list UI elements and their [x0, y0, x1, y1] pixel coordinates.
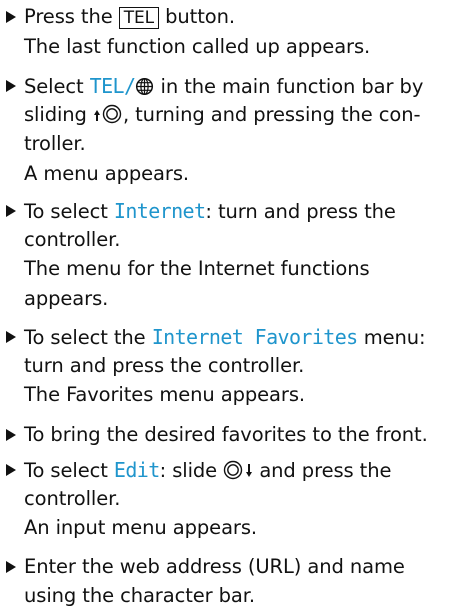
tel-menu-item: TEL/: [89, 74, 136, 98]
step-line: To bring the desired favorites to the fr…: [24, 423, 428, 446]
step-line: To select the Internet Favorites menu:: [24, 325, 426, 349]
controller-slide-down-icon: [224, 460, 253, 480]
step-line: Select TEL/ in the main function bar by: [24, 74, 424, 98]
bullet-triangle-icon: [6, 561, 16, 573]
step-result: An input menu appears.: [24, 516, 257, 539]
step-result: appears.: [24, 287, 109, 310]
step-line: To select Edit: slide and press the: [24, 458, 392, 482]
step-line: Enter the web address (URL) and name: [24, 555, 405, 578]
bullet-triangle-icon: [6, 205, 16, 217]
step-line: controller.: [24, 228, 121, 251]
step-line: troller.: [24, 132, 86, 155]
tel-key-label: TEL: [118, 7, 160, 29]
step-line: To select Internet: turn and press the: [24, 199, 396, 223]
bullet-triangle-icon: [6, 80, 16, 92]
internet-menu-item: Internet: [113, 199, 206, 223]
globe-icon: [136, 77, 154, 96]
internet-favorites-menu-item: Internet Favorites: [151, 325, 359, 349]
step-line: controller.: [24, 487, 121, 510]
step-line: using the character bar.: [24, 584, 256, 607]
step-line: Press the TEL button.: [24, 5, 235, 29]
bullet-triangle-icon: [6, 11, 16, 23]
step-result: The Favorites menu appears.: [24, 383, 305, 406]
step-result: The menu for the Internet functions: [24, 257, 370, 280]
controller-slide-up-icon: [93, 104, 122, 124]
step-result: The last function called up appears.: [24, 35, 371, 58]
step-line: sliding , turning and pressing the con-: [24, 103, 421, 126]
bullet-triangle-icon: [6, 464, 16, 476]
bullet-triangle-icon: [6, 331, 16, 343]
step-result: A menu appears.: [24, 162, 189, 185]
step-line: turn and press the controller.: [24, 354, 305, 377]
instruction-page: Press the TEL button. The last function …: [0, 0, 462, 607]
bullet-triangle-icon: [6, 429, 16, 441]
edit-menu-item: Edit: [113, 458, 160, 482]
